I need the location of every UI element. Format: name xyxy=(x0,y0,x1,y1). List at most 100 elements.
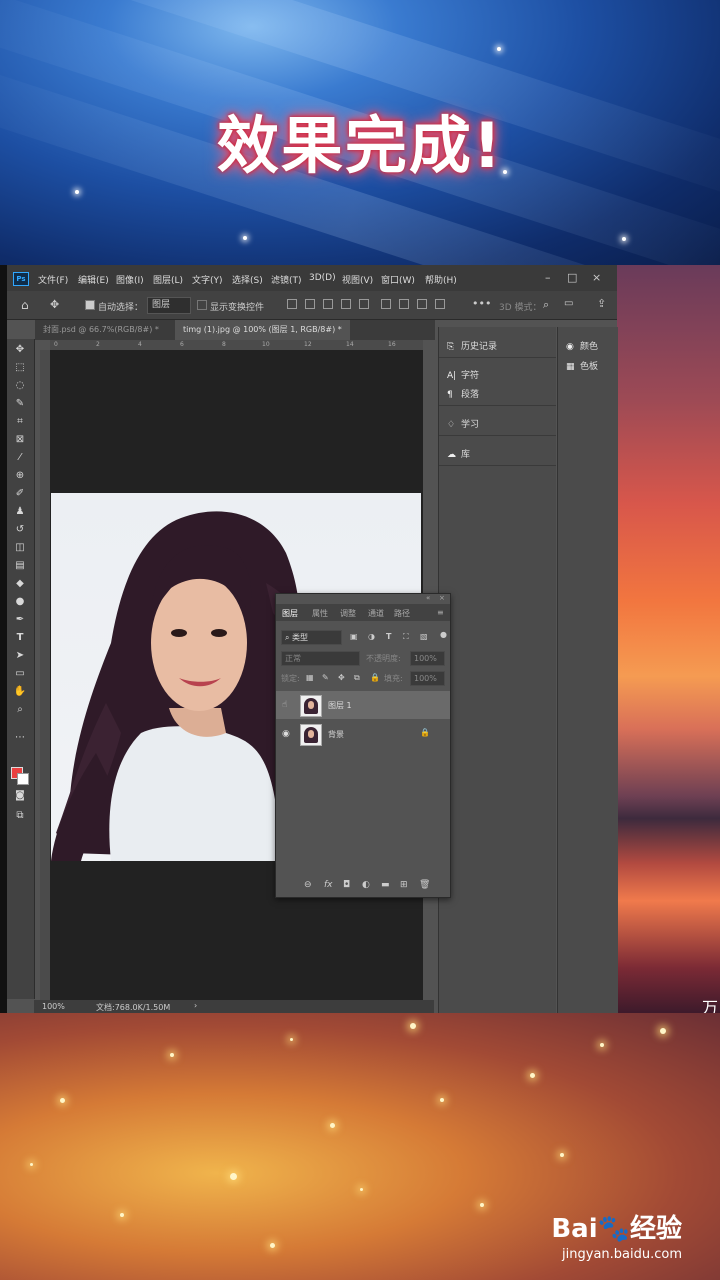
menu-select[interactable]: 选择(S) xyxy=(232,273,263,286)
show-transform-checkbox[interactable] xyxy=(197,300,210,311)
color-panel-button[interactable]: ◉ 颜色 xyxy=(566,339,598,352)
delete-layer-icon[interactable]: 🗑 xyxy=(419,880,430,890)
fill-input[interactable]: 100% xyxy=(410,671,445,686)
visibility-eye-icon[interactable]: ◉ xyxy=(282,729,290,739)
align-right-icon[interactable] xyxy=(323,299,333,309)
gradient-tool-icon[interactable]: ▤ xyxy=(13,559,27,573)
crop-tool-icon[interactable]: ⌗ xyxy=(13,415,27,429)
align-left-icon[interactable] xyxy=(287,299,297,309)
menu-layer[interactable]: 图层(L) xyxy=(153,273,183,286)
menu-file[interactable]: 文件(F) xyxy=(38,273,68,286)
quick-mask-icon[interactable]: ◙ xyxy=(13,789,27,803)
link-layers-icon[interactable]: ⊖ xyxy=(304,880,312,890)
align-top-icon[interactable] xyxy=(341,299,351,309)
tab-layers[interactable]: 图层 xyxy=(282,608,298,619)
move-tool-icon[interactable]: ✥ xyxy=(13,343,27,357)
eraser-tool-icon[interactable]: ◫ xyxy=(13,541,27,555)
align-center-icon[interactable] xyxy=(305,299,315,309)
dodge-tool-icon[interactable]: ● xyxy=(13,595,27,609)
menu-help[interactable]: 帮助(H) xyxy=(425,273,457,286)
status-arrow-icon[interactable]: › xyxy=(194,1001,197,1010)
panel-close-icon[interactable]: × xyxy=(439,594,445,602)
more-options-icon[interactable]: ••• xyxy=(472,297,491,310)
filter-shape-icon[interactable]: ⛶ xyxy=(403,632,409,642)
opacity-input[interactable]: 100% xyxy=(410,651,445,666)
auto-select-dropdown[interactable]: 图层 xyxy=(147,297,191,314)
blend-mode-dropdown[interactable]: 正常 xyxy=(281,651,360,666)
eyedropper-tool-icon[interactable]: ⁄ xyxy=(13,451,27,465)
filter-type-icon[interactable]: T xyxy=(386,632,391,641)
layer-row-background[interactable]: ◉ 背景 🔒 xyxy=(276,720,450,748)
new-group-icon[interactable]: ▬ xyxy=(381,880,390,890)
paragraph-panel-button[interactable]: ¶ 段落 xyxy=(447,387,479,400)
marquee-tool-icon[interactable]: ⬚ xyxy=(13,361,27,375)
screen-mode-icon[interactable]: ⧉ xyxy=(13,809,27,823)
stamp-tool-icon[interactable]: ♟ xyxy=(13,505,27,519)
character-panel-button[interactable]: A| 字符 xyxy=(447,368,479,381)
workspace-icon[interactable]: ▭ xyxy=(564,298,573,309)
tab-properties[interactable]: 属性 xyxy=(312,608,328,619)
distribute-right-icon[interactable] xyxy=(417,299,427,309)
brush-tool-icon[interactable]: ✐ xyxy=(13,487,27,501)
more-tools-icon[interactable]: ⋯ xyxy=(13,731,27,745)
lock-artboard-icon[interactable]: ⧉ xyxy=(354,673,360,683)
tab-channels[interactable]: 通道 xyxy=(368,608,384,619)
auto-select-checkbox[interactable] xyxy=(85,300,98,311)
maximize-icon[interactable]: □ xyxy=(567,271,577,284)
lock-all-icon[interactable]: 🔒 xyxy=(370,673,380,682)
tab-adjustments[interactable]: 调整 xyxy=(340,608,356,619)
new-layer-icon[interactable]: ⊞ xyxy=(400,880,408,890)
hand-tool-icon[interactable]: ✋ xyxy=(13,685,27,699)
lock-position-icon[interactable]: ✥ xyxy=(338,673,345,682)
collapse-icon[interactable]: « xyxy=(426,594,430,602)
filter-toggle-icon[interactable]: ● xyxy=(440,630,447,639)
background-color-swatch[interactable] xyxy=(17,773,29,785)
distribute-icon[interactable] xyxy=(381,299,391,309)
adjustment-layer-icon[interactable]: ◐ xyxy=(362,880,370,890)
zoom-level[interactable]: 100% xyxy=(42,1002,65,1011)
menu-image[interactable]: 图像(I) xyxy=(116,273,144,286)
quick-select-tool-icon[interactable]: ✎ xyxy=(13,397,27,411)
lasso-tool-icon[interactable]: ◌ xyxy=(13,379,27,393)
align-middle-icon[interactable] xyxy=(359,299,369,309)
type-tool-icon[interactable]: T xyxy=(13,631,27,645)
libraries-panel-button[interactable]: ☁ 库 xyxy=(447,447,470,460)
minimize-icon[interactable]: – xyxy=(545,271,551,284)
home-icon[interactable]: ⌂ xyxy=(21,298,29,312)
filter-kind-dropdown[interactable]: ⌕ 类型 xyxy=(281,630,342,645)
path-select-icon[interactable]: ➤ xyxy=(13,649,27,663)
lock-icon[interactable]: 🔒 xyxy=(420,728,430,737)
filter-pixel-icon[interactable]: ▣ xyxy=(350,632,358,641)
lock-transparent-icon[interactable]: ▦ xyxy=(306,673,314,682)
distribute-center-icon[interactable] xyxy=(399,299,409,309)
lock-pixels-icon[interactable]: ✎ xyxy=(322,673,329,682)
blur-tool-icon[interactable]: ◆ xyxy=(13,577,27,591)
filter-smart-icon[interactable]: ▧ xyxy=(420,632,428,641)
tab-timg-jpg[interactable]: timg (1).jpg @ 100% (图层 1, RGB/8#) * xyxy=(175,320,350,340)
healing-tool-icon[interactable]: ⊕ xyxy=(13,469,27,483)
pen-tool-icon[interactable]: ✒ xyxy=(13,613,27,627)
swatches-panel-button[interactable]: ▦ 色板 xyxy=(566,359,598,372)
add-mask-icon[interactable]: ◘ xyxy=(343,880,350,890)
share-icon[interactable]: ⇪ xyxy=(597,297,606,310)
move-tool-icon[interactable]: ✥ xyxy=(50,298,59,311)
panel-menu-icon[interactable]: ≡ xyxy=(437,608,444,617)
menu-type[interactable]: 文字(Y) xyxy=(192,273,223,286)
menu-view[interactable]: 视图(V) xyxy=(342,273,373,286)
search-icon[interactable]: ⌕ xyxy=(543,298,549,312)
history-panel-button[interactable]: ⎘ 历史记录 xyxy=(447,339,497,352)
frame-tool-icon[interactable]: ⊠ xyxy=(13,433,27,447)
layer-row-layer1[interactable]: ☝ 图层 1 xyxy=(276,691,450,719)
fx-icon[interactable]: fx xyxy=(324,880,333,890)
rectangle-tool-icon[interactable]: ▭ xyxy=(13,667,27,681)
menu-3d[interactable]: 3D(D) xyxy=(309,273,336,283)
menu-filter[interactable]: 滤镜(T) xyxy=(271,273,302,286)
filter-adjust-icon[interactable]: ◑ xyxy=(368,632,375,641)
zoom-tool-icon[interactable]: ⌕ xyxy=(13,703,27,717)
menu-edit[interactable]: 编辑(E) xyxy=(78,273,109,286)
learn-panel-button[interactable]: ♢ 学习 xyxy=(447,417,479,430)
tab-paths[interactable]: 路径 xyxy=(394,608,410,619)
history-brush-icon[interactable]: ↺ xyxy=(13,523,27,537)
distribute-spacing-icon[interactable] xyxy=(435,299,445,309)
close-icon[interactable]: × xyxy=(592,271,601,284)
